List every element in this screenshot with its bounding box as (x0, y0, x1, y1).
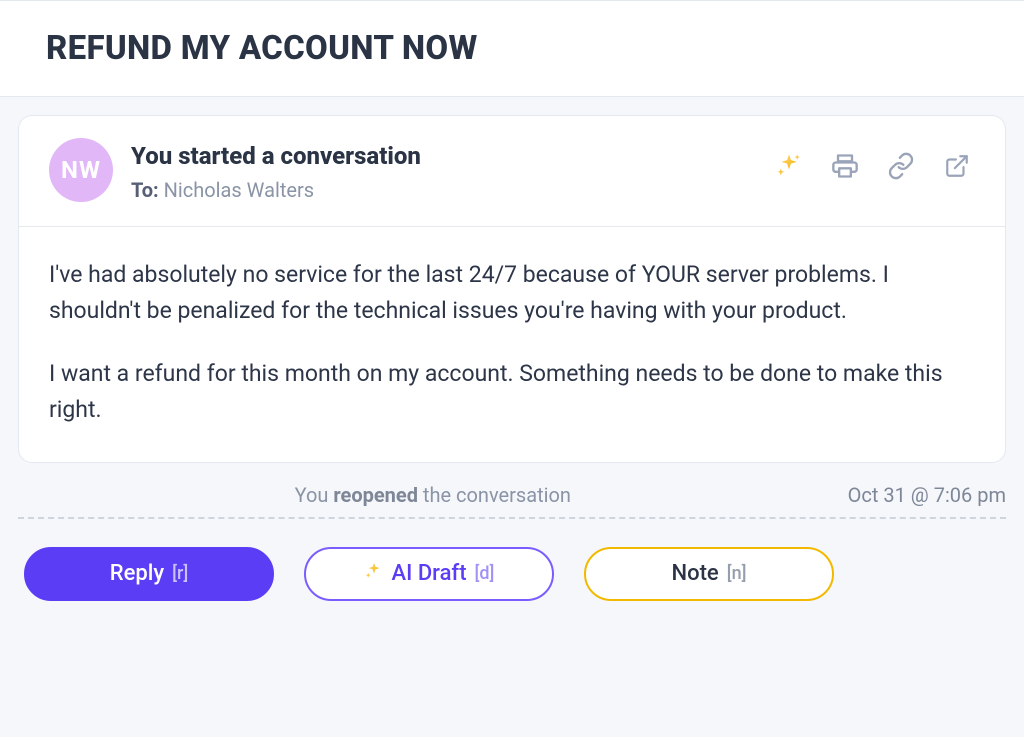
note-button[interactable]: Note [n] (584, 547, 834, 601)
message-header-text: You started a conversation To: Nicholas … (131, 138, 775, 202)
note-label: Note (672, 561, 719, 586)
message-paragraph: I want a refund for this month on my acc… (49, 356, 975, 427)
ai-draft-button[interactable]: AI Draft [d] (304, 547, 554, 601)
ai-spark-icon[interactable] (775, 152, 803, 180)
subject-bar: REFUND MY ACCOUNT NOW (0, 0, 1024, 97)
reply-label: Reply (110, 561, 164, 586)
message-paragraph: I've had absolutely no service for the l… (49, 257, 975, 328)
header-actions (775, 138, 975, 180)
message-header: NW You started a conversation To: Nichol… (19, 116, 1005, 227)
message-recipient: To: Nicholas Walters (131, 178, 775, 202)
conversation-subject: REFUND MY ACCOUNT NOW (46, 29, 978, 68)
ai-draft-shortcut: [d] (475, 563, 495, 584)
log-timestamp: Oct 31 @ 7:06 pm (848, 483, 1006, 507)
to-label: To: (131, 178, 159, 202)
message-card: NW You started a conversation To: Nichol… (18, 115, 1006, 463)
print-icon[interactable] (831, 152, 859, 180)
log-prefix: You (295, 483, 334, 507)
conversation-log-row: You reopened the conversation Oct 31 @ 7… (18, 483, 1006, 507)
reply-button[interactable]: Reply [r] (24, 547, 274, 601)
log-text: You reopened the conversation (295, 483, 571, 507)
avatar: NW (49, 138, 113, 202)
reply-shortcut: [r] (172, 563, 188, 584)
ai-spark-icon (364, 561, 384, 587)
ai-draft-label: AI Draft (392, 561, 467, 586)
message-title: You started a conversation (131, 142, 775, 170)
note-shortcut: [n] (727, 563, 747, 584)
open-external-icon[interactable] (943, 152, 971, 180)
message-body: I've had absolutely no service for the l… (19, 227, 1005, 462)
to-name: Nicholas Walters (164, 178, 314, 202)
log-suffix: the conversation (418, 483, 571, 507)
action-row: Reply [r] AI Draft [d] Note [n] (0, 519, 1024, 601)
link-icon[interactable] (887, 152, 915, 180)
log-emphasis: reopened (333, 483, 418, 507)
